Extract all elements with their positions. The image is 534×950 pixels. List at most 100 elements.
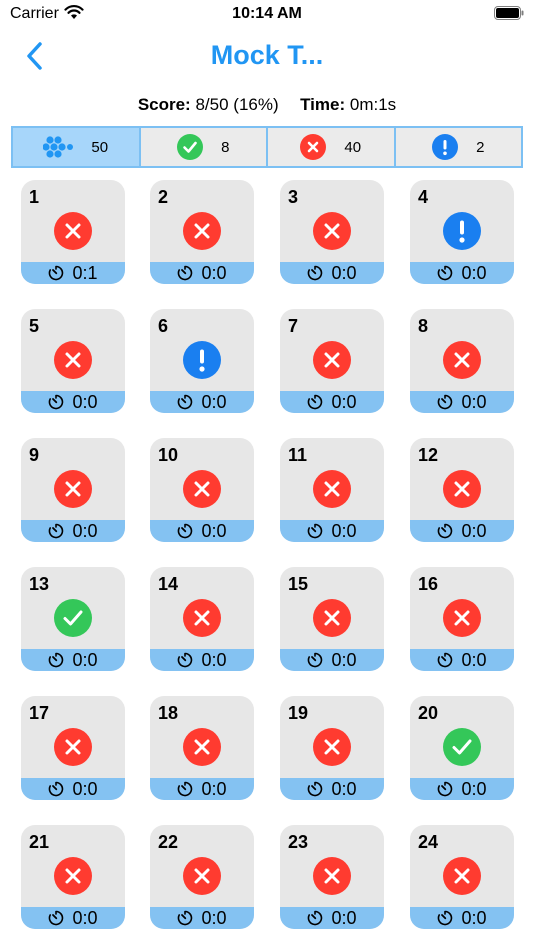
question-card[interactable]: 4 0:0 <box>410 180 514 284</box>
question-card[interactable]: 16 0:0 <box>410 567 514 671</box>
question-card[interactable]: 10 0:0 <box>150 438 254 542</box>
wrong-icon <box>183 470 221 508</box>
score-summary: Score: 8/50 (16%) Time: 0m:1s <box>0 95 534 115</box>
question-card[interactable]: 17 0:0 <box>21 696 125 800</box>
question-card[interactable]: 1 0:1 <box>21 180 125 284</box>
question-card[interactable]: 3 0:0 <box>280 180 384 284</box>
question-time-bar: 0:0 <box>280 907 384 929</box>
stopwatch-icon <box>437 652 453 668</box>
question-time: 0:0 <box>461 262 487 283</box>
question-time: 0:0 <box>201 907 227 928</box>
question-card[interactable]: 20 0:0 <box>410 696 514 800</box>
question-time-bar: 0:1 <box>21 262 125 284</box>
score-label: Score: <box>137 95 191 114</box>
question-card[interactable]: 19 0:0 <box>280 696 384 800</box>
question-time: 0:0 <box>331 391 357 412</box>
wrong-icon <box>443 341 481 379</box>
stopwatch-icon <box>437 910 453 926</box>
question-time: 0:0 <box>461 520 487 541</box>
question-time-bar: 0:0 <box>410 520 514 542</box>
question-number: 17 <box>29 703 50 723</box>
status-bar: Carrier 10:14 AM <box>0 0 534 30</box>
question-card[interactable]: 5 0:0 <box>21 309 125 413</box>
all-dots-icon <box>43 135 74 159</box>
stopwatch-icon <box>307 652 323 668</box>
question-card[interactable]: 12 0:0 <box>410 438 514 542</box>
question-number: 23 <box>288 832 309 852</box>
filter-tab-skipped[interactable]: 2 <box>396 128 522 166</box>
question-time-bar: 0:0 <box>280 649 384 671</box>
question-number: 16 <box>418 574 439 594</box>
question-number: 2 <box>158 187 169 207</box>
stopwatch-icon <box>437 523 453 539</box>
stopwatch-icon <box>177 652 193 668</box>
wrong-icon <box>54 470 92 508</box>
question-time-bar: 0:0 <box>150 520 254 542</box>
question-time: 0:0 <box>201 262 227 283</box>
question-card[interactable]: 23 0:0 <box>280 825 384 929</box>
question-card[interactable]: 8 0:0 <box>410 309 514 413</box>
question-time-bar: 0:0 <box>280 778 384 800</box>
question-card[interactable]: 11 0:0 <box>280 438 384 542</box>
filter-tab-correct[interactable]: 8 <box>141 128 268 166</box>
nav-bar: Mock T... <box>0 30 534 85</box>
question-time-bar: 0:0 <box>21 649 125 671</box>
question-card[interactable]: 9 0:0 <box>21 438 125 542</box>
question-time-bar: 0:0 <box>21 907 125 929</box>
stopwatch-icon <box>177 910 193 926</box>
question-number: 10 <box>158 445 179 465</box>
filter-count: 40 <box>344 138 362 156</box>
question-time: 0:0 <box>331 649 357 670</box>
skipped-icon <box>432 134 459 160</box>
question-number: 13 <box>29 574 50 594</box>
wrong-icon <box>54 857 92 895</box>
wrong-icon <box>313 212 351 250</box>
battery-icon <box>494 6 524 20</box>
question-time-bar: 0:0 <box>150 391 254 413</box>
stopwatch-icon <box>177 781 193 797</box>
stopwatch-icon <box>48 523 64 539</box>
filter-tab-all[interactable]: 50 <box>13 128 141 166</box>
filter-bar: 50 8 40 2 <box>11 126 523 168</box>
question-number: 3 <box>288 187 299 207</box>
question-card[interactable]: 22 0:0 <box>150 825 254 929</box>
question-card[interactable]: 2 0:0 <box>150 180 254 284</box>
question-time: 0:0 <box>331 520 357 541</box>
question-time-bar: 0:0 <box>150 907 254 929</box>
wrong-icon <box>313 857 351 895</box>
question-card[interactable]: 7 0:0 <box>280 309 384 413</box>
question-time-bar: 0:0 <box>150 649 254 671</box>
wrong-icon <box>313 728 351 766</box>
stopwatch-icon <box>48 910 64 926</box>
question-card[interactable]: 14 0:0 <box>150 567 254 671</box>
question-card[interactable]: 21 0:0 <box>21 825 125 929</box>
question-time: 0:0 <box>72 520 98 541</box>
question-card[interactable]: 18 0:0 <box>150 696 254 800</box>
question-card[interactable]: 13 0:0 <box>21 567 125 671</box>
question-card[interactable]: 24 0:0 <box>410 825 514 929</box>
question-card[interactable]: 15 0:0 <box>280 567 384 671</box>
skipped-icon <box>183 341 221 379</box>
stopwatch-icon <box>177 265 193 281</box>
question-card[interactable]: 6 0:0 <box>150 309 254 413</box>
stopwatch-icon <box>177 523 193 539</box>
question-number: 15 <box>288 574 309 594</box>
question-time: 0:0 <box>72 907 98 928</box>
question-time-bar: 0:0 <box>280 391 384 413</box>
wrong-icon <box>443 857 481 895</box>
score-value: 8/50 (16%) <box>195 95 279 114</box>
question-time: 0:0 <box>461 907 487 928</box>
stopwatch-icon <box>307 265 323 281</box>
filter-tab-wrong[interactable]: 40 <box>268 128 396 166</box>
wrong-icon <box>313 599 351 637</box>
question-time-bar: 0:0 <box>21 520 125 542</box>
question-number: 8 <box>418 316 429 336</box>
time-value: 0m:1s <box>349 95 397 114</box>
question-time-bar: 0:0 <box>21 778 125 800</box>
wrong-icon <box>183 599 221 637</box>
stopwatch-icon <box>307 910 323 926</box>
question-number: 4 <box>418 187 429 207</box>
filter-count: 8 <box>221 138 230 156</box>
time-label: Time: <box>300 95 346 114</box>
wrong-icon <box>313 470 351 508</box>
